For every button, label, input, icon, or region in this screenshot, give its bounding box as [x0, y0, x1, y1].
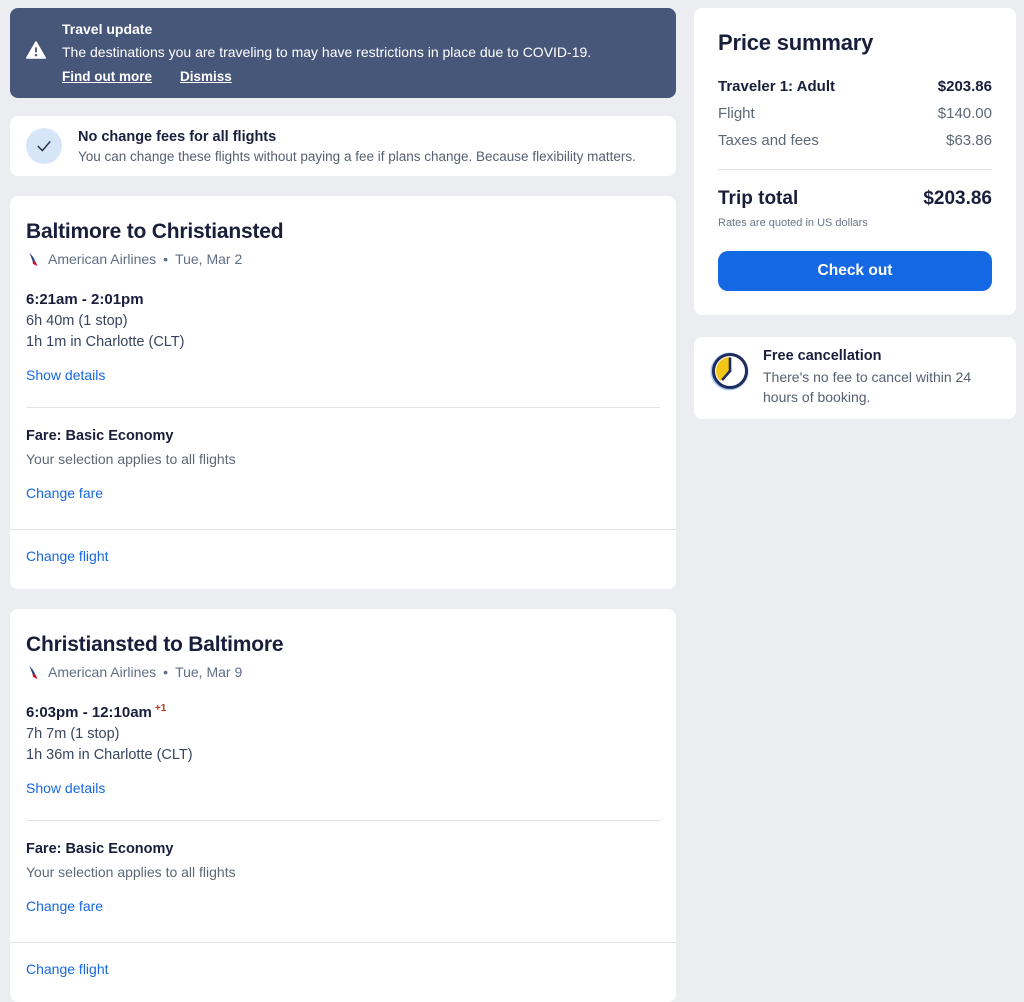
find-out-more-link[interactable]: Find out more [62, 69, 152, 84]
american-airlines-logo-icon [26, 252, 41, 267]
travel-update-banner: Travel update The destinations you are t… [10, 8, 676, 98]
show-details-link[interactable]: Show details [26, 780, 105, 796]
notice-content: No change fees for all flights You can c… [78, 129, 636, 164]
flight-card-title: Baltimore to Christiansted [26, 220, 284, 243]
meta-separator: • [163, 664, 169, 680]
change-fare-link[interactable]: Change fare [26, 898, 103, 914]
notice-title: No change fees for all flights [78, 128, 277, 145]
check-out-button[interactable]: Check out [718, 251, 992, 291]
trip-total-value: $203.86 [923, 188, 992, 209]
card-footer: Change flight [10, 943, 676, 1002]
fare-note: Your selection applies to all flights [26, 864, 236, 880]
check-circle-icon [26, 128, 62, 164]
flight-card-outbound: Baltimore to Christiansted American Airl… [10, 196, 676, 589]
flight-date: Tue, Mar 2 [175, 251, 243, 267]
change-flight-link[interactable]: Change flight [26, 961, 109, 977]
traveler-label: Traveler 1: Adult [718, 78, 835, 95]
meta-separator: • [163, 251, 169, 267]
fare-note: Your selection applies to all flights [26, 451, 236, 467]
flight-layover: 1h 36m in Charlotte (CLT) [26, 747, 193, 763]
flight-price-label: Flight [718, 105, 755, 122]
flight-layover: 1h 1m in Charlotte (CLT) [26, 334, 185, 350]
flight-duration: 7h 7m (1 stop) [26, 726, 120, 742]
airline-row: American Airlines • Tue, Mar 9 [26, 664, 660, 680]
fare-section: Fare: Basic Economy Your selection appli… [10, 408, 676, 529]
flight-times: 6:21am - 2:01pm [26, 290, 660, 308]
flight-summary-section: Baltimore to Christiansted American Airl… [10, 196, 676, 408]
flight-card-return: Christiansted to Baltimore American Airl… [10, 609, 676, 1002]
side-column: Price summary Traveler 1: Adult $203.86 … [694, 8, 1016, 1002]
cancellation-title: Free cancellation [763, 348, 882, 364]
next-day-badge: +1 [154, 703, 167, 714]
change-flight-link[interactable]: Change flight [26, 548, 109, 564]
banner-body: The destinations you are traveling to ma… [62, 44, 592, 60]
traveler-price: $203.86 [937, 78, 992, 95]
free-cancellation-card: Free cancellation There's no fee to canc… [694, 337, 1016, 420]
airline-row: American Airlines • Tue, Mar 2 [26, 251, 660, 267]
flight-review-page: Travel update The destinations you are t… [0, 0, 1024, 1002]
flight-summary-section: Christiansted to Baltimore American Airl… [10, 609, 676, 821]
warning-icon [26, 40, 47, 84]
airline-name: American Airlines [48, 251, 157, 267]
flight-duration: 6h 40m (1 stop) [26, 313, 128, 329]
fare-title: Fare: Basic Economy [26, 428, 174, 444]
flight-price-row: Flight $140.00 [718, 105, 992, 122]
rates-note: Rates are quoted in US dollars [718, 217, 868, 229]
price-summary-card: Price summary Traveler 1: Adult $203.86 … [694, 8, 1016, 315]
american-airlines-logo-icon [26, 665, 41, 680]
clock-icon [710, 351, 750, 407]
trip-total-row: Trip total $203.86 [718, 188, 992, 210]
banner-links: Find out more Dismiss [62, 69, 591, 84]
cancellation-content: Free cancellation There's no fee to canc… [763, 348, 1000, 407]
times-text: 6:21am - 2:01pm [26, 291, 144, 308]
times-text: 6:03pm - 12:10am [26, 704, 152, 721]
price-summary-title: Price summary [718, 30, 874, 55]
trip-total-label: Trip total [718, 188, 799, 209]
banner-content: Travel update The destinations you are t… [62, 21, 591, 84]
main-column: Travel update The destinations you are t… [10, 8, 676, 1002]
flight-times: 6:03pm - 12:10am +1 [26, 703, 660, 721]
dismiss-link[interactable]: Dismiss [180, 69, 232, 84]
taxes-label: Taxes and fees [718, 132, 819, 149]
card-footer: Change flight [10, 530, 676, 589]
price-divider [718, 169, 992, 170]
notice-body: You can change these flights without pay… [78, 148, 636, 164]
taxes-price-row: Taxes and fees $63.86 [718, 132, 992, 149]
flight-card-title: Christiansted to Baltimore [26, 633, 284, 656]
traveler-price-row: Traveler 1: Adult $203.86 [718, 78, 992, 95]
flight-price: $140.00 [937, 105, 992, 122]
show-details-link[interactable]: Show details [26, 367, 105, 383]
fare-section: Fare: Basic Economy Your selection appli… [10, 821, 676, 942]
banner-title: Travel update [62, 21, 153, 37]
cancellation-body: There's no fee to cancel within 24 hours… [763, 369, 972, 405]
no-change-fees-card: No change fees for all flights You can c… [10, 116, 676, 176]
airline-name: American Airlines [48, 664, 157, 680]
change-fare-link[interactable]: Change fare [26, 485, 103, 501]
flight-date: Tue, Mar 9 [175, 664, 243, 680]
taxes-price: $63.86 [946, 132, 992, 149]
fare-title: Fare: Basic Economy [26, 841, 174, 857]
